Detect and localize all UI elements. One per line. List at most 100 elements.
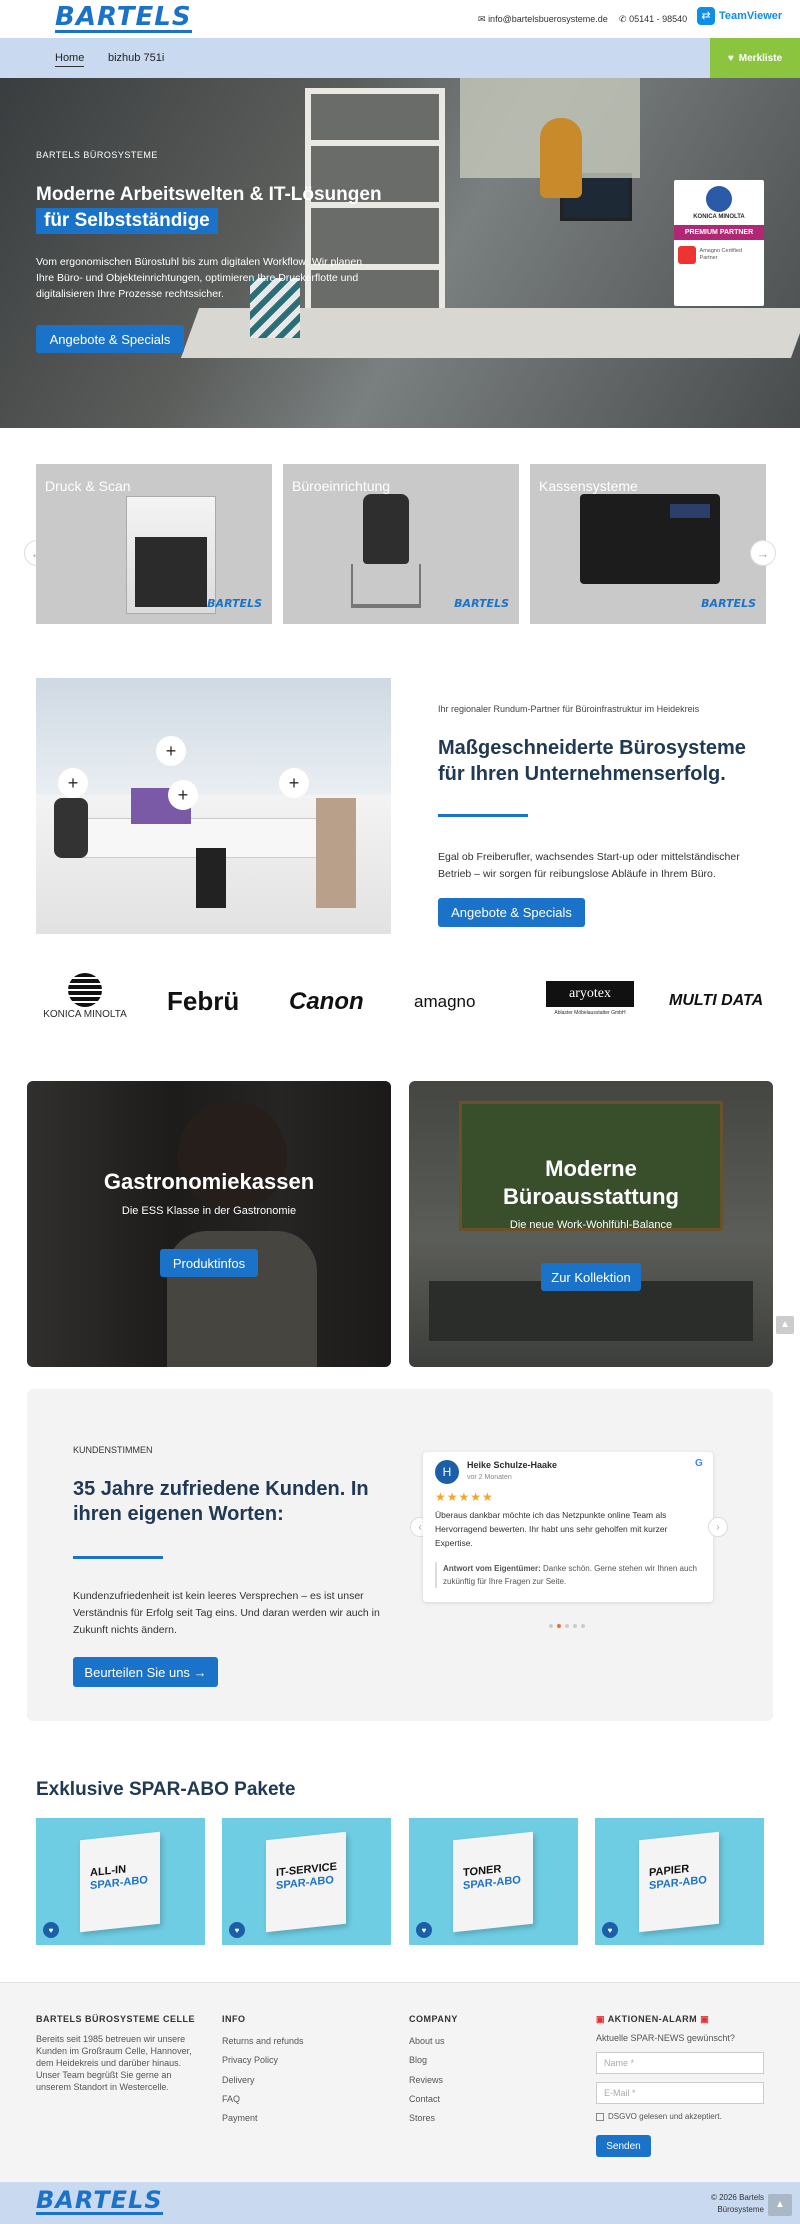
cash-register-image: [580, 494, 720, 584]
footer-logo[interactable]: BARTELS: [36, 2188, 163, 2215]
category-card-druck[interactable]: Druck & Scan BARTELS: [36, 464, 272, 624]
promo-overlay: [27, 1081, 391, 1367]
spar-card-it-service[interactable]: IT-SERVICE SPAR-ABO ♥: [222, 1818, 391, 1945]
printer-image: [126, 496, 216, 614]
footer-link-contact[interactable]: Contact: [409, 2094, 440, 2104]
spar-card-toner[interactable]: TONER SPAR-ABO ♥: [409, 1818, 578, 1945]
intro-divider: [438, 814, 528, 817]
newsletter-send-button[interactable]: Senden: [596, 2135, 651, 2157]
footer-link-blog[interactable]: Blog: [409, 2055, 427, 2065]
partner-februe: Febrü: [167, 986, 240, 1016]
testimonials-title: 35 Jahre zufriedene Kunden. In ihren eig…: [73, 1478, 369, 1525]
intro-title: Maßgeschneiderte Bürosysteme für Ihren U…: [438, 737, 746, 785]
consent-row[interactable]: DSGVO gelesen und akzeptiert.: [596, 2112, 722, 2121]
wishlist-heart-icon[interactable]: ♥: [229, 1922, 245, 1938]
review-pagination[interactable]: [547, 1615, 587, 1633]
footer-link-privacy[interactable]: Privacy Policy: [222, 2055, 278, 2065]
footer-link-delivery[interactable]: Delivery: [222, 2075, 255, 2085]
footer-link-returns[interactable]: Returns and refunds: [222, 2036, 304, 2046]
promo-collection-button[interactable]: Zur Kollektion: [541, 1263, 641, 1291]
wishlist-heart-icon[interactable]: ♥: [602, 1922, 618, 1938]
consent-label: DSGVO gelesen und akzeptiert.: [608, 2112, 722, 2121]
carousel-next-arrow[interactable]: →: [750, 540, 776, 566]
wishlist-heart-icon[interactable]: ♥: [43, 1922, 59, 1938]
office-interior-image: + + + +: [36, 678, 391, 934]
shopping-bag-image: IT-SERVICE SPAR-ABO: [266, 1831, 346, 1933]
phone-text: 05141 - 98540: [629, 14, 688, 24]
partner-canon: Canon: [289, 988, 364, 1015]
reviewer-name: Heike Schulze-Haake: [467, 1460, 558, 1470]
badge-premium: PREMIUM PARTNER: [674, 225, 764, 240]
footer-newsletter-title: ▣ AKTIONEN-ALARM ▣: [596, 2014, 709, 2025]
category-card-kassensysteme[interactable]: Kassensysteme BARTELS: [530, 464, 766, 624]
wishlist-heart-icon[interactable]: ♥: [416, 1922, 432, 1938]
badge-brand: KONICA MINOLTA: [693, 214, 745, 220]
category-card-bueroeinrichtung[interactable]: Büroeinrichtung BARTELS: [283, 464, 519, 624]
merkliste-button[interactable]: ♥ Merkliste: [710, 38, 800, 78]
footer-about-text: Bereits seit 1985 betreuen wir unsere Ku…: [36, 2034, 192, 2092]
pagination-dot[interactable]: [565, 1624, 569, 1628]
badge-amagno: Amagno Certified Partner: [699, 248, 743, 261]
promo-gastronomie[interactable]: Gastronomiekassen Die ESS Klasse in der …: [27, 1081, 391, 1367]
alarm-icon: ▣: [596, 2014, 606, 2024]
spar-title: Exklusive SPAR-ABO Pakete: [36, 1779, 296, 1800]
shopping-bag-image: PAPIER SPAR-ABO: [639, 1831, 719, 1933]
footer-info-title: INFO: [222, 2014, 246, 2024]
hotspot-plus-icon[interactable]: +: [156, 736, 186, 766]
spar-card-all-in[interactable]: ALL-IN SPAR-ABO ♥: [36, 1818, 205, 1945]
site-logo[interactable]: BARTELS: [55, 4, 192, 33]
footer-link-reviews[interactable]: Reviews: [409, 2075, 443, 2085]
hotspot-plus-icon[interactable]: +: [168, 780, 198, 810]
teamviewer-label: TeamViewer: [719, 10, 783, 22]
intro-offers-button[interactable]: Angebote & Specials: [438, 898, 585, 927]
teamviewer-icon: ⇄: [697, 7, 715, 25]
hero-title-highlight: für Selbstständige: [36, 208, 218, 234]
footer-about-title: BARTELS BÜROSYSTEME CELLE: [36, 2014, 196, 2024]
pagination-dot[interactable]: [573, 1624, 577, 1628]
email-link[interactable]: ✉ info@bartelsbuerosysteme.de: [478, 14, 608, 25]
newsletter-email-input[interactable]: E-Mail *: [596, 2082, 764, 2104]
footer-link-payment[interactable]: Payment: [222, 2113, 258, 2123]
hotspot-plus-icon[interactable]: +: [279, 768, 309, 798]
partner-multidata: MULTI DATA: [669, 992, 764, 1009]
promo-subtitle: Die neue Work-Wohlfühl-Balance: [509, 1219, 673, 1231]
category-brand: BARTELS: [454, 597, 509, 610]
shopping-bag-image: ALL-IN SPAR-ABO: [80, 1831, 160, 1933]
mail-icon: ✉: [478, 14, 486, 24]
review-date: vor 2 Monaten: [467, 1474, 512, 1481]
review-next-arrow[interactable]: ›: [708, 1517, 728, 1537]
testimonials-section: KUNDENSTIMMEN 35 Jahre zufriedene Kunden…: [27, 1389, 773, 1721]
footer-link-faq[interactable]: FAQ: [222, 2094, 240, 2104]
testimonials-eyebrow: KUNDENSTIMMEN: [73, 1445, 153, 1455]
wall-panel-image: [316, 798, 356, 908]
hotspot-plus-icon[interactable]: +: [58, 768, 88, 798]
category-brand: BARTELS: [701, 597, 756, 610]
partner-label: aryotex: [546, 981, 634, 1007]
teamviewer-link[interactable]: ⇄ TeamViewer: [697, 7, 782, 25]
footer-link-about[interactable]: About us: [409, 2036, 445, 2046]
reviewer-avatar: H: [435, 1460, 459, 1484]
phone-link[interactable]: ✆ 05141 - 98540: [619, 14, 687, 25]
rate-us-button[interactable]: Beurteilen Sie uns →: [73, 1657, 218, 1687]
scroll-to-top-button[interactable]: ▲: [768, 2194, 792, 2216]
consent-checkbox[interactable]: [596, 2112, 604, 2121]
rate-us-label: Beurteilen Sie uns: [84, 1664, 190, 1680]
hero-offers-button[interactable]: Angebote & Specials: [36, 325, 184, 353]
nav-home[interactable]: Home: [55, 52, 85, 67]
spar-card-papier[interactable]: PAPIER SPAR-ABO ♥: [595, 1818, 764, 1945]
promo-bueroausstattung[interactable]: Moderne Büroausstattung Die neue Work-Wo…: [409, 1081, 773, 1367]
office-chair-image: [363, 494, 409, 564]
footer-link-stores[interactable]: Stores: [409, 2113, 435, 2123]
pagination-dot[interactable]: [581, 1624, 585, 1628]
amagno-icon: [678, 246, 696, 264]
promo-product-info-button[interactable]: Produktinfos: [160, 1249, 258, 1277]
newsletter-name-input[interactable]: Name *: [596, 2052, 764, 2074]
pagination-dot[interactable]: [549, 1624, 553, 1628]
scroll-up-side-button[interactable]: ▲: [776, 1316, 794, 1334]
chair-base: [351, 564, 421, 608]
copyright: © 2026 Bartels Bürosysteme: [710, 2193, 764, 2214]
pagination-dot[interactable]: [557, 1624, 561, 1628]
main-nav: Home bizhub 751i: [0, 38, 800, 78]
nav-bizhub[interactable]: bizhub 751i: [108, 52, 164, 64]
shopping-bag-image: TONER SPAR-ABO: [453, 1831, 533, 1933]
